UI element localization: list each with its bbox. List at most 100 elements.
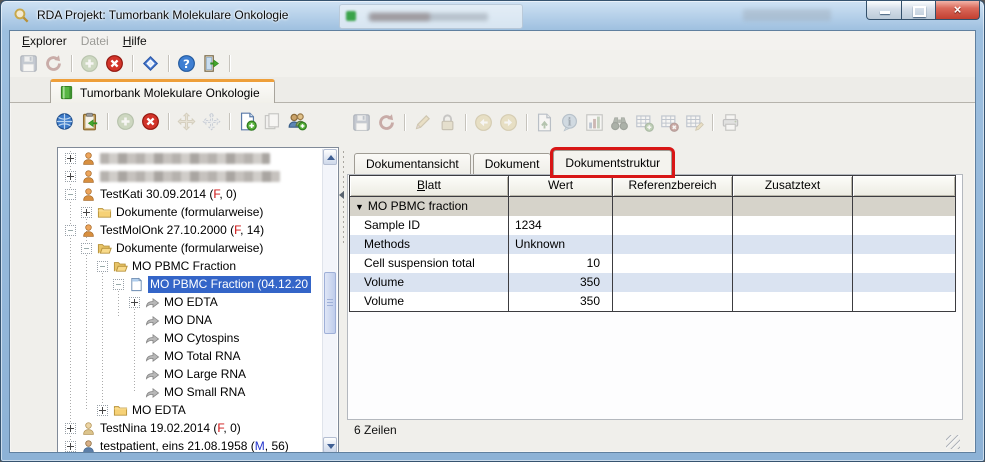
column-header-referenzbereich[interactable]: Referenzbereich bbox=[613, 176, 733, 196]
tree-item[interactable]: MO PBMC Fraction bbox=[59, 257, 321, 275]
tree-item[interactable]: MO EDTA bbox=[59, 401, 321, 419]
column-label: Referenzbereich bbox=[628, 178, 716, 192]
tree-item[interactable]: TestMolOnk 27.10.2000 (F, 14) bbox=[59, 221, 321, 239]
new-document-button[interactable] bbox=[238, 112, 257, 131]
toolbar-separator bbox=[712, 114, 713, 131]
tree-expander-icon[interactable] bbox=[81, 243, 92, 254]
table-header-row: BlattWertReferenzbereichZusatztext bbox=[350, 176, 955, 197]
scrollbar-thumb[interactable] bbox=[324, 272, 336, 334]
tree-expander-icon[interactable] bbox=[65, 171, 76, 182]
tree-item[interactable]: TestKati 30.09.2014 (F, 0) bbox=[59, 185, 321, 203]
back-icon bbox=[474, 113, 493, 132]
column-hotkey: B bbox=[417, 178, 425, 192]
column-header-blatt[interactable]: Blatt bbox=[350, 176, 509, 196]
tree-expander-icon[interactable] bbox=[97, 405, 108, 416]
tree-item[interactable] bbox=[59, 149, 321, 167]
column-header-wert[interactable]: Wert bbox=[509, 176, 613, 196]
tree-expander-icon[interactable] bbox=[65, 423, 76, 434]
column-header-zusatztext[interactable]: Zusatztext bbox=[733, 176, 853, 196]
table-edit-button bbox=[685, 113, 704, 132]
cell-filler bbox=[853, 273, 955, 292]
menu-item-explorer[interactable]: Explorer bbox=[15, 33, 74, 49]
tree-item[interactable]: MO EDTA bbox=[59, 293, 321, 311]
move-button bbox=[177, 112, 196, 131]
panel-splitter[interactable] bbox=[339, 151, 347, 243]
move-alt-button bbox=[202, 112, 221, 131]
exit-button[interactable] bbox=[202, 54, 221, 73]
tree-item-label: Dokumente (formularweise) bbox=[116, 241, 263, 255]
tree-expander-icon[interactable] bbox=[97, 261, 108, 272]
toolbar-separator bbox=[404, 114, 405, 131]
cell-wert: Unknown bbox=[509, 235, 613, 254]
tree-item[interactable]: Dokumente (formularweise) bbox=[59, 239, 321, 257]
scroll-up-button[interactable] bbox=[323, 149, 337, 165]
column-header-filler bbox=[853, 176, 955, 196]
tree-label-text: , 56) bbox=[265, 439, 289, 453]
resize-grip[interactable] bbox=[946, 435, 960, 449]
close-button[interactable]: × bbox=[936, 1, 980, 20]
scroll-down-button[interactable] bbox=[323, 437, 337, 453]
tree-expander-icon[interactable] bbox=[65, 441, 76, 452]
tree-expander-icon[interactable] bbox=[81, 207, 92, 218]
table-row[interactable]: Volume350 bbox=[350, 292, 955, 311]
tree-item[interactable]: MO Cytospins bbox=[59, 329, 321, 347]
import-button[interactable] bbox=[80, 112, 99, 131]
table-add-icon bbox=[635, 113, 654, 132]
tree-item[interactable]: MO Total RNA bbox=[59, 347, 321, 365]
tab-dokumentansicht[interactable]: Dokumentansicht bbox=[354, 153, 471, 175]
cell-zusatztext bbox=[733, 235, 853, 254]
tree-expander-icon[interactable] bbox=[65, 153, 76, 164]
import-icon bbox=[80, 112, 99, 131]
tree-item[interactable]: MO PBMC Fraction (04.12.20 bbox=[59, 275, 321, 293]
tree-item[interactable] bbox=[59, 167, 321, 185]
table-row[interactable]: Volume350 bbox=[350, 273, 955, 292]
tree-expander-icon[interactable] bbox=[65, 225, 76, 236]
menu-item-hilfe[interactable]: Hilfe bbox=[116, 33, 154, 49]
tree-item[interactable]: Dokumente (formularweise) bbox=[59, 203, 321, 221]
tree-item[interactable]: testpatient, eins 21.08.1958 (M, 56) bbox=[59, 437, 321, 453]
tree-scrollbar[interactable] bbox=[322, 149, 337, 453]
tab-dokument[interactable]: Dokument bbox=[473, 153, 552, 175]
tree-label-text: MO EDTA bbox=[164, 295, 218, 309]
help-button[interactable]: ? bbox=[177, 54, 196, 73]
tree-label-text: MO PBMC Fraction bbox=[132, 259, 236, 273]
refresh-button[interactable] bbox=[55, 112, 74, 131]
toolbar-separator bbox=[168, 113, 169, 130]
tree-expander-icon[interactable] bbox=[65, 189, 76, 200]
info-icon: i bbox=[560, 113, 579, 132]
tree-item[interactable]: MO DNA bbox=[59, 311, 321, 329]
minimize-button[interactable] bbox=[866, 1, 902, 20]
tab-tumorbank-molekulare-onkologie[interactable]: Tumorbank Molekulare Onkologie bbox=[50, 79, 275, 103]
maximize-button[interactable] bbox=[902, 1, 936, 20]
collapse-triangle-icon[interactable]: ▼ bbox=[355, 202, 364, 212]
tree-item[interactable]: MO Small RNA bbox=[59, 383, 321, 401]
tab-dokumentstruktur[interactable]: Dokumentstruktur bbox=[553, 150, 672, 175]
titlebar: RDA Projekt: Tumorbank Molekulare Onkolo… bbox=[1, 1, 984, 30]
column-label: latt bbox=[425, 178, 441, 192]
cell-blatt: ▼MO PBMC fraction bbox=[350, 197, 509, 216]
table-row[interactable]: Cell suspension total10 bbox=[350, 254, 955, 273]
table-delete-button bbox=[660, 113, 679, 132]
tree-item-label: MO PBMC Fraction (04.12.20 bbox=[148, 276, 311, 293]
cell-filler bbox=[853, 292, 955, 311]
print-button bbox=[721, 113, 740, 132]
delete-node-button[interactable] bbox=[141, 112, 160, 131]
delete-button[interactable] bbox=[105, 54, 124, 73]
toolbar-separator bbox=[229, 55, 230, 72]
back-button bbox=[474, 113, 493, 132]
tree-item[interactable]: MO Large RNA bbox=[59, 365, 321, 383]
folder-open-icon bbox=[97, 241, 112, 256]
navigate-button[interactable] bbox=[141, 54, 160, 73]
table-row[interactable]: MethodsUnknown bbox=[350, 235, 955, 254]
tree-expander-icon[interactable] bbox=[113, 279, 124, 290]
menu-item-datei[interactable]: Datei bbox=[74, 33, 116, 49]
tree-label-text: MO Total RNA bbox=[164, 349, 240, 363]
table-group-row[interactable]: ▼MO PBMC fraction bbox=[350, 197, 955, 216]
patient-tree-panel: TestKati 30.09.2014 (F, 0)Dokumente (for… bbox=[57, 147, 339, 453]
tree-item[interactable]: TestNina 19.02.2014 (F, 0) bbox=[59, 419, 321, 437]
forward-icon bbox=[499, 113, 518, 132]
tree-expander-icon[interactable] bbox=[129, 297, 140, 308]
add-patient-button[interactable] bbox=[288, 112, 307, 131]
menu-label: ilfe bbox=[131, 34, 146, 48]
table-row[interactable]: Sample ID1234 bbox=[350, 216, 955, 235]
